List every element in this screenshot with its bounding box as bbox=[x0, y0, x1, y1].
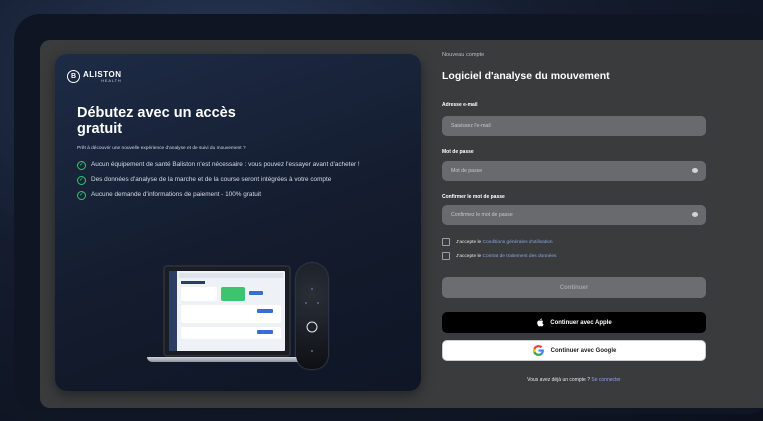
consent-prefix: J'accepte le bbox=[456, 239, 482, 245]
eye-icon[interactable] bbox=[692, 168, 698, 173]
insole-illustration bbox=[296, 263, 328, 369]
google-icon bbox=[532, 345, 544, 356]
confirm-password-field[interactable]: Confirmez le mot de passe bbox=[442, 205, 706, 225]
continue-label: Continuer bbox=[559, 284, 589, 291]
form-eyebrow: Nouveau compte bbox=[442, 52, 485, 58]
data-checkbox[interactable] bbox=[442, 252, 450, 260]
check-circle-icon: ✓ bbox=[77, 161, 86, 170]
laptop-illustration bbox=[147, 265, 307, 365]
signup-form: Nouveau compte Logiciel d'analyse du mou… bbox=[442, 52, 712, 383]
email-field[interactable]: Saisissez l'e-mail bbox=[442, 116, 706, 136]
dashboard-preview bbox=[169, 271, 285, 351]
logo-sub: HEALTH bbox=[101, 77, 122, 83]
logo-mark: B bbox=[67, 70, 80, 83]
check-circle-icon: ✓ bbox=[77, 176, 86, 185]
laptop-screen bbox=[163, 265, 291, 357]
email-placeholder: Saisissez l'e-mail bbox=[451, 123, 491, 129]
apple-signin-button[interactable]: Continuer avec Apple bbox=[442, 312, 706, 333]
eye-icon[interactable] bbox=[692, 212, 698, 217]
dashboard-preview-graphic bbox=[169, 271, 283, 351]
google-label: Continuer avec Google bbox=[550, 347, 617, 354]
laptop-base bbox=[147, 357, 307, 362]
consent-text: J'accepte le Contrat de traitement des d… bbox=[456, 254, 556, 259]
promo-title: Débutez avec un accès gratuit bbox=[77, 105, 236, 137]
consent-prefix: J'accepte le bbox=[456, 253, 482, 259]
apple-icon bbox=[537, 318, 544, 327]
login-prompt-text: Vous avez déjà un compte ? bbox=[527, 377, 590, 383]
password-placeholder: Mot de passe bbox=[451, 168, 483, 174]
feature-item: ✓ Aucune demande d'informations de paiem… bbox=[77, 191, 402, 200]
insole-sensor-graphic bbox=[305, 288, 319, 352]
form-title: Logiciel d'analyse du mouvement bbox=[442, 70, 610, 82]
email-label: Adresse e-mail bbox=[442, 102, 478, 108]
feature-text: Des données d'analyse de la marche et de… bbox=[91, 176, 332, 183]
confirm-password-placeholder: Confirmez le mot de passe bbox=[451, 212, 513, 218]
terms-consent: J'accepte le Conditions générales d'util… bbox=[442, 238, 553, 246]
feature-list: ✓ Aucun équipement de santé Baliston n'e… bbox=[77, 161, 402, 206]
password-field[interactable]: Mot de passe bbox=[442, 161, 706, 181]
check-circle-icon: ✓ bbox=[77, 191, 86, 200]
feature-item: ✓ Aucun équipement de santé Baliston n'e… bbox=[77, 161, 402, 170]
feature-text: Aucune demande d'informations de paiemen… bbox=[91, 191, 261, 198]
data-consent: J'accepte le Contrat de traitement des d… bbox=[442, 252, 556, 260]
promo-panel: B ALISTON HEALTH Débutez avec un accès g… bbox=[55, 54, 421, 391]
google-signin-button[interactable]: Continuer avec Google bbox=[442, 340, 706, 361]
feature-item: ✓ Des données d'analyse de la marche et … bbox=[77, 176, 402, 185]
apple-label: Continuer avec Apple bbox=[550, 319, 612, 326]
login-link[interactable]: Se connecter bbox=[591, 377, 620, 383]
login-prompt: Vous avez déjà un compte ? Se connecter bbox=[442, 377, 706, 383]
terms-checkbox[interactable] bbox=[442, 238, 450, 246]
consent-text: J'accepte le Conditions générales d'util… bbox=[456, 240, 553, 245]
feature-text: Aucun équipement de santé Baliston n'est… bbox=[91, 161, 360, 168]
password-label: Mot de passe bbox=[442, 149, 474, 155]
brand-logo: B ALISTON HEALTH bbox=[67, 70, 121, 83]
data-processing-link[interactable]: Contrat de traitement des données bbox=[483, 254, 557, 259]
continue-button[interactable]: Continuer bbox=[442, 277, 706, 298]
confirm-password-label: Confirmer le mot de passe bbox=[442, 194, 505, 200]
promo-intro: Prêt à découvrir une nouvelle expérience… bbox=[77, 146, 246, 151]
terms-link[interactable]: Conditions générales d'utilisation bbox=[483, 240, 553, 245]
